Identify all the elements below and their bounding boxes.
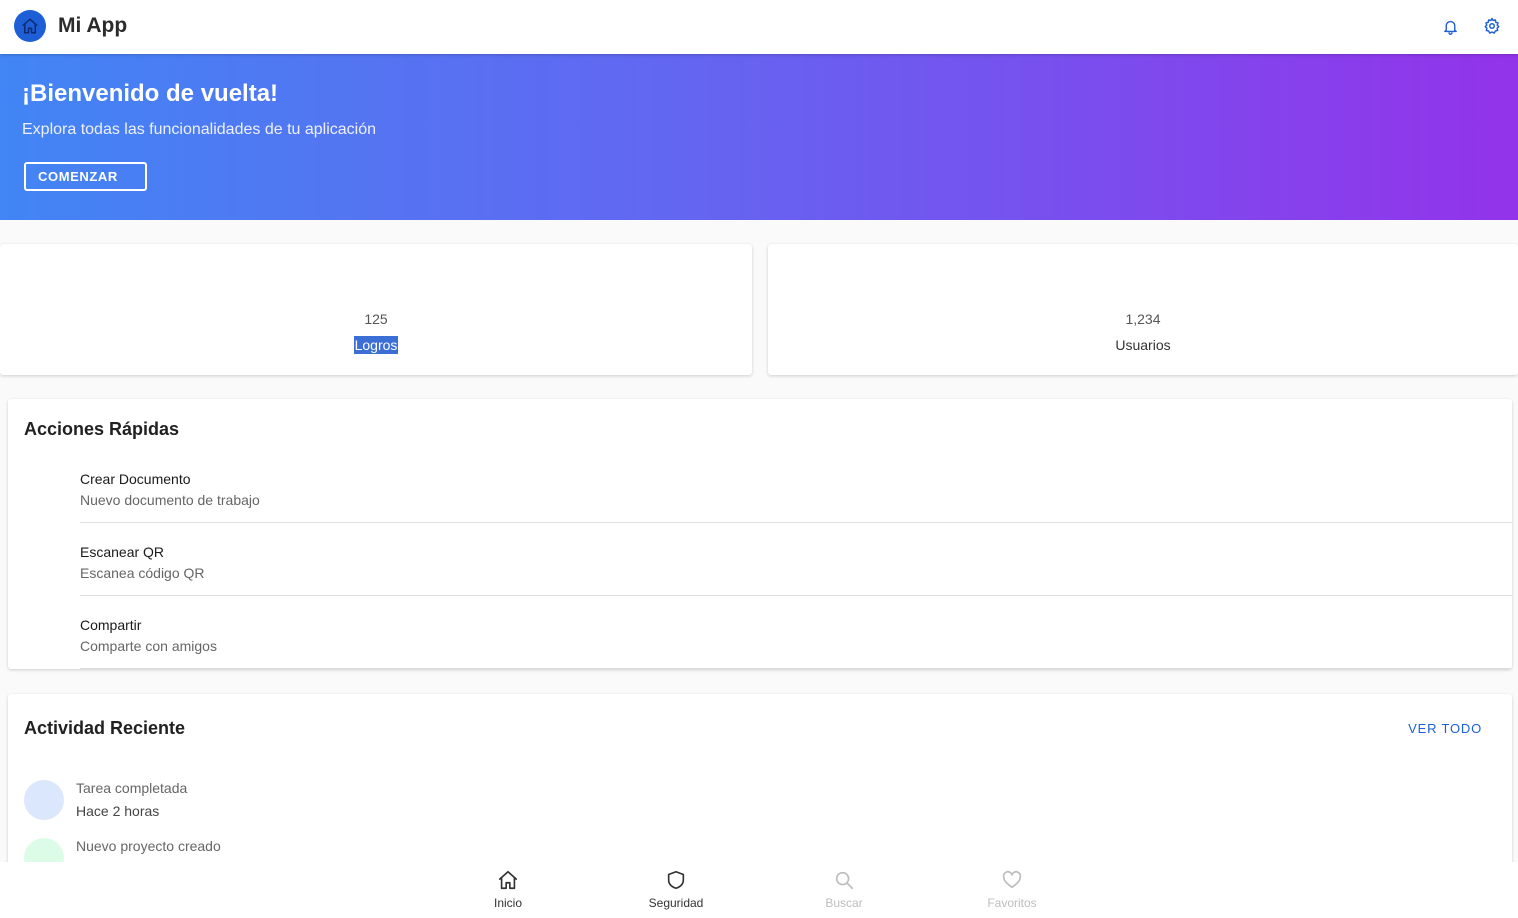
app-title: Mi App [58, 14, 128, 37]
activity-avatar [24, 780, 64, 820]
stat-card-achievements[interactable]: 125 Logros [0, 244, 752, 375]
divider [80, 595, 1512, 596]
bottom-navigation: Inicio Seguridad Buscar Favoritos [0, 862, 1518, 918]
activity-title: Tarea completada [76, 780, 188, 796]
app-bar: Mi App [0, 0, 1518, 54]
activity-item[interactable]: Tarea completada Hace 2 horas [24, 780, 1424, 830]
app-logo[interactable] [14, 10, 46, 42]
action-title: Crear Documento [80, 471, 191, 487]
action-share[interactable]: Compartir Comparte con amigos [8, 617, 1512, 669]
nav-item-security[interactable]: Seguridad [621, 862, 731, 918]
stat-label-text: Logros [353, 336, 399, 354]
action-subtitle: Nuevo documento de trabajo [80, 492, 260, 508]
nav-item-search[interactable]: Buscar [789, 862, 899, 918]
stat-label-text: Usuarios [1115, 337, 1171, 353]
stat-label: Usuarios [768, 337, 1518, 353]
activity-time: Hace 2 horas [76, 803, 160, 819]
start-button[interactable]: COMENZAR [24, 162, 147, 191]
bell-icon [1443, 20, 1457, 35]
search-icon [835, 871, 854, 890]
action-title: Escanear QR [80, 544, 165, 560]
action-subtitle: Comparte con amigos [80, 638, 217, 654]
nav-label: Favoritos [987, 896, 1037, 910]
action-subtitle: Escanea código QR [80, 565, 205, 581]
nav-item-favorites[interactable]: Favoritos [957, 862, 1067, 918]
nav-item-home[interactable]: Inicio [453, 862, 563, 918]
welcome-subtitle: Explora todas las funcionalidades de tu … [22, 121, 377, 138]
stat-value: 125 [364, 311, 388, 327]
settings-button[interactable] [1481, 15, 1503, 37]
heart-icon [1002, 870, 1022, 889]
nav-label: Inicio [493, 896, 522, 910]
stat-label: Logros [0, 336, 752, 354]
shield-icon [667, 870, 685, 890]
welcome-title: ¡Bienvenido de vuelta! [22, 80, 279, 107]
action-scan-qr[interactable]: Escanear QR Escanea código QR [8, 544, 1512, 617]
stat-value: 1,234 [1125, 311, 1161, 327]
recent-activity-title: Actividad Reciente [24, 718, 186, 738]
notifications-button[interactable] [1439, 15, 1461, 37]
home-icon [498, 870, 518, 890]
see-all-link[interactable]: VER TODO [1408, 721, 1482, 736]
welcome-banner: ¡Bienvenido de vuelta! Explora todas las… [0, 54, 1518, 220]
home-icon [22, 18, 38, 34]
divider [80, 522, 1512, 523]
nav-label: Buscar [825, 896, 863, 910]
activity-title: Nuevo proyecto creado [76, 838, 221, 854]
nav-label: Seguridad [648, 896, 704, 910]
quick-actions-title: Acciones Rápidas [24, 419, 180, 439]
quick-actions-panel: Acciones Rápidas Crear Documento Nuevo d… [8, 399, 1512, 669]
action-title: Compartir [80, 617, 142, 633]
action-create-document[interactable]: Crear Documento Nuevo documento de traba… [8, 471, 1512, 544]
gear-icon [1484, 17, 1500, 34]
divider [80, 668, 1512, 669]
stat-card-users[interactable]: 1,234 Usuarios [768, 244, 1518, 375]
